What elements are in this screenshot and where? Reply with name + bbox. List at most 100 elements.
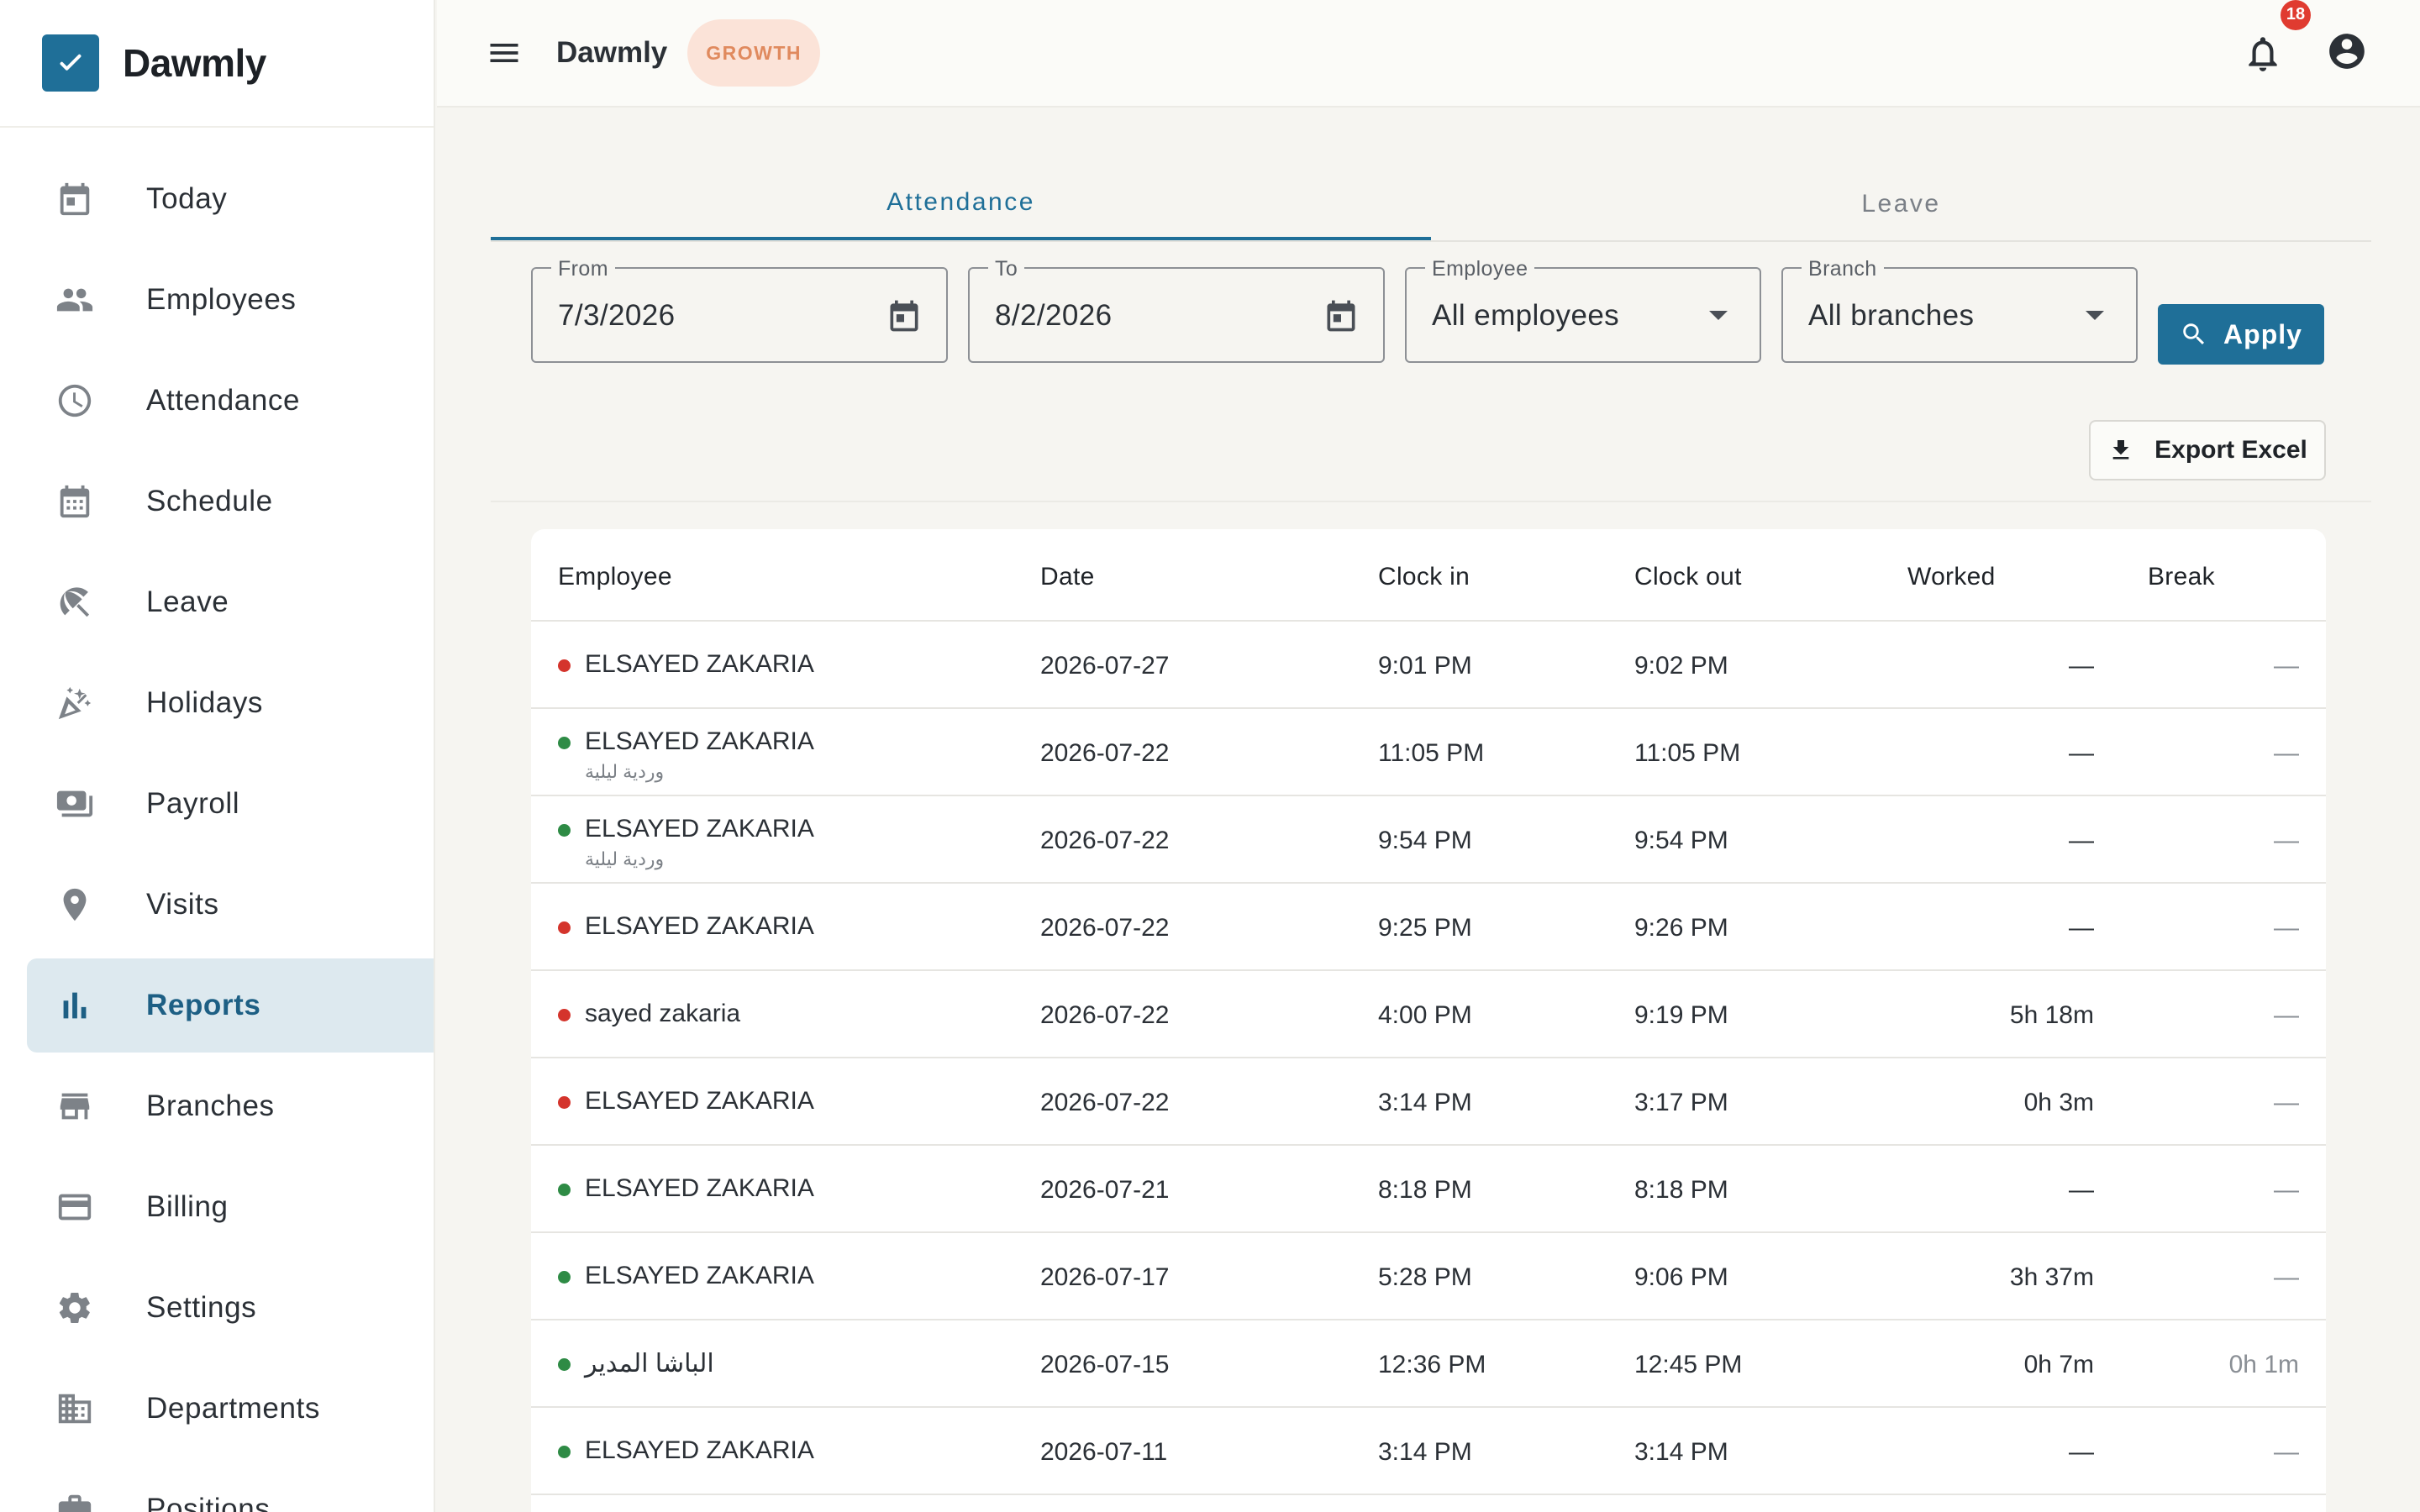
date-cell: 2026-07-11 [1040,1438,1168,1466]
sidebar-item-reports[interactable]: Reports [27,958,434,1053]
break-cell: — [2274,1176,2299,1204]
shift-name: وردية ليلية [585,761,665,782]
sidebar-item-payroll[interactable]: Payroll [27,757,434,851]
column-header-clock-in[interactable]: Clock in [1378,563,1470,591]
branch-select[interactable]: Branch All branches [1781,257,2138,363]
table-row[interactable]: ELSAYED ZAKARIA 2026-07-22 3:14 PM 3:17 PM 0… [531,1058,2326,1146]
to-date-field[interactable]: To 8/2/2026 [968,257,1385,363]
status-dot [558,737,571,749]
sidebar-item-positions[interactable]: Positions [27,1462,434,1512]
sidebar-item-holidays[interactable]: Holidays [27,656,434,750]
column-header-break[interactable]: Break [2148,563,2215,591]
employee-select[interactable]: Employee All employees [1405,257,1761,363]
table-row[interactable]: ELSAYED ZAKARIA 2026-07-22 9:25 PM 9:26 PM —… [531,884,2326,971]
clock-in-cell: 9:01 PM [1378,652,1472,680]
clock-out-cell: 12:45 PM [1634,1351,1743,1378]
break-cell: — [2274,652,2299,680]
sidebar-item-settings[interactable]: Settings [27,1261,434,1355]
column-header-clock-out[interactable]: Clock out [1634,563,1742,591]
bar-chart-icon [55,986,94,1025]
date-cell: 2026-07-22 [1040,914,1170,942]
apply-label: Apply [2223,318,2302,349]
from-date-field[interactable]: From 7/3/2026 [531,257,948,363]
sidebar-item-visits[interactable]: Visits [27,858,434,952]
employee-name: ELSAYED ZAKARIA [585,815,814,843]
table-row[interactable]: ELSAYED ZAKARIA 2026-07-17 5:28 PM 9:06 PM 3… [531,1233,2326,1320]
table-row[interactable]: ELSAYED ZAKARIA 2026-07-11 3:14 PM 3:14 PM —… [531,1408,2326,1495]
dropdown-arrow-icon [2086,311,2104,320]
employee-label: Employee [1425,257,1535,281]
dropdown-arrow-icon [1709,311,1728,320]
sidebar-item-attendance[interactable]: Attendance [27,354,434,448]
date-cell: 2026-07-22 [1040,1089,1170,1116]
tab-attendance[interactable]: Attendance [491,168,1431,240]
column-header-date[interactable]: Date [1040,563,1095,591]
employee-name: ELSAYED ZAKARIA [585,727,814,755]
location-pin-icon [55,885,94,924]
employee-name: الباشا المدير [585,1350,714,1378]
notifications-bell-icon[interactable]: 18 [2242,0,2311,76]
brand-name: Dawmly [123,41,266,85]
clock-out-cell: 11:05 PM [1634,739,1741,767]
apply-button[interactable]: Apply [2158,304,2324,365]
notification-count-badge: 18 [2281,0,2311,30]
from-date-value: 7/3/2026 [558,299,676,332]
clock-in-cell: 3:14 PM [1378,1438,1472,1466]
branch-select-value: All branches [1808,299,1975,332]
clock-out-cell: 9:06 PM [1634,1263,1728,1291]
money-icon [55,785,94,823]
sidebar-item-billing[interactable]: Billing [27,1160,434,1254]
break-cell: — [2274,827,2299,854]
employee-name: ELSAYED ZAKARIA [585,1436,814,1464]
worked-cell: — [2069,914,2094,942]
sidebar-item-label: Positions [146,1493,271,1512]
status-dot [558,1446,571,1458]
table-body: ELSAYED ZAKARIA 2026-07-27 9:01 PM 9:02 PM —… [531,622,2326,1495]
table-row[interactable]: ELSAYED ZAKARIA وردية ليلية 2026-07-22 9:54… [531,796,2326,884]
sidebar-item-today[interactable]: Today [27,152,434,246]
check-logo-icon [42,34,99,92]
worked-cell: 0h 7m [2023,1351,2094,1378]
search-icon [2183,323,2205,345]
sidebar-item-leave[interactable]: Leave [27,555,434,649]
break-cell: — [2274,739,2299,767]
calendar-icon[interactable] [886,297,923,334]
sidebar-item-schedule[interactable]: Schedule [27,454,434,549]
table-row[interactable]: ELSAYED ZAKARIA 2026-07-27 9:01 PM 9:02 PM —… [531,622,2326,709]
sidebar-item-employees[interactable]: Employees [27,253,434,347]
clock-in-cell: 8:18 PM [1378,1176,1472,1204]
table-row[interactable]: ELSAYED ZAKARIA 2026-07-21 8:18 PM 8:18 PM —… [531,1146,2326,1233]
sidebar-item-departments[interactable]: Departments [27,1362,434,1456]
worked-cell: — [2069,1438,2094,1466]
status-dot [558,921,571,934]
column-header-worked[interactable]: Worked [1907,563,1996,591]
clock-out-cell: 8:18 PM [1634,1176,1728,1204]
export-excel-button[interactable]: Export Excel [2089,420,2326,480]
clock-in-cell: 3:14 PM [1378,1089,1472,1116]
table-row[interactable]: sayed zakaria 2026-07-22 4:00 PM 9:19 PM 5h … [531,971,2326,1058]
employee-name: sayed zakaria [585,1000,741,1027]
clock-in-cell: 9:54 PM [1378,827,1472,854]
store-icon [55,1087,94,1126]
section-divider [491,501,2371,502]
employee-name: ELSAYED ZAKARIA [585,912,814,940]
clock-out-cell: 9:26 PM [1634,914,1728,942]
employee-name: ELSAYED ZAKARIA [585,1174,814,1202]
sidebar-item-label: Leave [146,585,229,618]
column-header-employee[interactable]: Employee [558,563,672,591]
date-cell: 2026-07-22 [1040,739,1170,767]
table-row[interactable]: الباشا المدير 2026-07-15 12:36 PM 12:45 PM 0… [531,1320,2326,1408]
table-row[interactable]: ELSAYED ZAKARIA وردية ليلية 2026-07-22 11:0… [531,709,2326,796]
sidebar-item-branches[interactable]: Branches [27,1059,434,1153]
shift-name: وردية ليلية [585,848,665,869]
tab-leave[interactable]: Leave [1431,168,2371,240]
account-circle-icon[interactable] [2326,30,2368,76]
date-cell: 2026-07-22 [1040,827,1170,854]
clock-in-cell: 5:28 PM [1378,1263,1472,1291]
brand[interactable]: Dawmly [0,0,434,128]
clock-in-cell: 12:36 PM [1378,1351,1486,1378]
sidebar-item-label: Reports [146,989,261,1021]
calendar-icon[interactable] [1323,297,1360,334]
sidebar-item-label: Departments [146,1392,320,1425]
hamburger-menu-icon[interactable] [486,34,523,71]
